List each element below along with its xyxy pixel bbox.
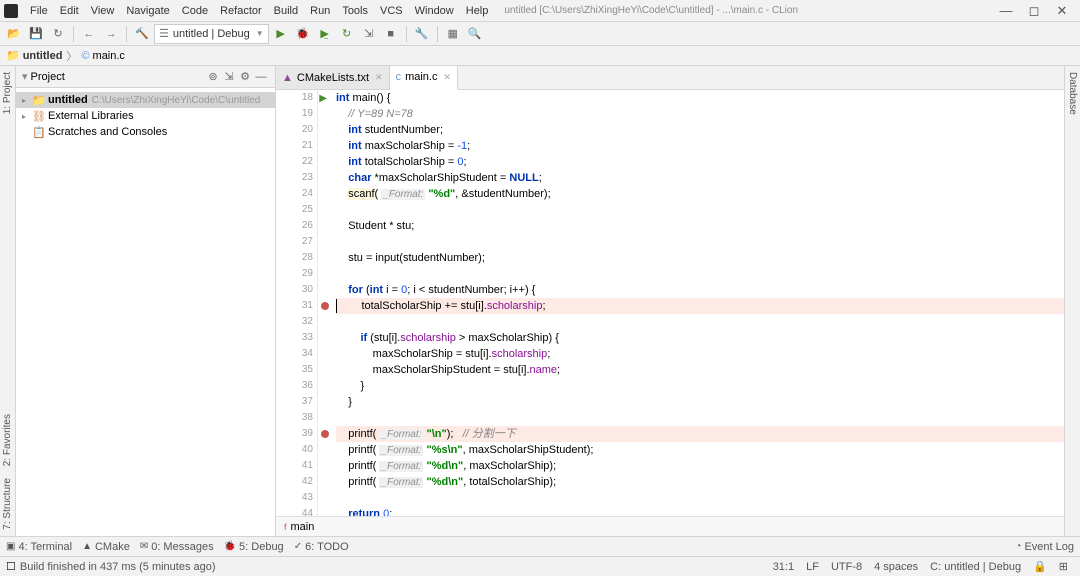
status-encoding[interactable]: UTF-8 — [831, 561, 862, 573]
menu-code[interactable]: Code — [176, 5, 214, 17]
build-icon[interactable]: 🔨 — [132, 24, 152, 44]
coverage-icon[interactable]: ▶̤ — [315, 24, 335, 44]
status-caret-pos[interactable]: 31:1 — [773, 561, 794, 573]
breakpoint[interactable] — [321, 302, 329, 310]
save-icon[interactable]: 💾 — [26, 24, 46, 44]
menu-file[interactable]: File — [24, 5, 54, 17]
right-tool-strip: Database — [1064, 66, 1080, 536]
chevron-down-icon: ▼ — [256, 29, 264, 38]
status-line-ending[interactable]: LF — [806, 561, 819, 573]
window-title: untitled [C:\Users\ZhiXingHeYi\Code\C\un… — [504, 5, 798, 16]
minimize-button[interactable]: — — [992, 3, 1020, 18]
editor-crumb: f main — [276, 516, 1064, 536]
target-icon[interactable]: ⊚ — [205, 70, 221, 83]
breakpoint[interactable] — [321, 430, 329, 438]
menu-help[interactable]: Help — [460, 5, 495, 17]
search-icon[interactable]: 🔍 — [465, 24, 485, 44]
bottom-tab-messages[interactable]: ✉0: Messages — [140, 541, 214, 553]
menu-build[interactable]: Build — [268, 5, 304, 17]
editor-tabs: ▲CMakeLists.txt✕cmain.c✕ — [276, 66, 1064, 90]
status-indent[interactable]: 4 spaces — [874, 561, 918, 573]
gutter[interactable]: 18▶1920212223242526272829303132333435363… — [276, 90, 318, 516]
menu-vcs[interactable]: VCS — [374, 5, 409, 17]
attach-icon[interactable]: ⇲ — [359, 24, 379, 44]
stop-icon[interactable]: ■ — [381, 24, 401, 44]
c-file-icon: © — [81, 50, 89, 62]
structure-tool-tab[interactable]: 7: Structure — [2, 472, 13, 536]
close-tab-icon[interactable]: ✕ — [443, 72, 451, 83]
run-config-dropdown[interactable]: ☰ untitled | Debug ▼ — [154, 24, 269, 44]
close-tab-icon[interactable]: ✕ — [375, 72, 383, 83]
bottom-tab-debug[interactable]: 🐞5: Debug — [224, 541, 284, 553]
config-icon: ☰ — [159, 27, 169, 40]
refresh-icon[interactable]: ↻ — [48, 24, 68, 44]
breadcrumb-project[interactable]: untitled — [23, 50, 63, 62]
menu-refactor[interactable]: Refactor — [214, 5, 268, 17]
bottom-tab-todo[interactable]: ✓6: TODO — [294, 541, 349, 553]
project-dropdown-icon[interactable]: ▾ — [22, 70, 28, 83]
project-panel: ▾ Project ⊚ ⇲ ⚙ — ▸📁 untitled C:\Users\Z… — [16, 66, 276, 536]
tree-external-libs[interactable]: ▸⛓ External Libraries — [16, 108, 275, 124]
toolbar: 📂 💾 ↻ ← → 🔨 ☰ untitled | Debug ▼ ▶ 🐞 ▶̤ … — [0, 22, 1080, 46]
project-header: ▾ Project ⊚ ⇲ ⚙ — — [16, 66, 275, 88]
run-icon[interactable]: ▶ — [271, 24, 291, 44]
lock-icon[interactable]: 🔒 — [1033, 560, 1047, 573]
database-tool-tab[interactable]: Database — [1067, 66, 1078, 121]
left-tool-strip: 1: Project 2: Favorites 7: Structure — [0, 66, 16, 536]
back-icon[interactable]: ← — [79, 24, 99, 44]
status-indicator-icon: ☐ — [6, 560, 16, 573]
bottom-tool-tabs: ▣4: Terminal ▲ CMake ✉0: Messages 🐞5: Debug… — [0, 536, 1080, 556]
tree-scratches[interactable]: 📋 Scratches and Consoles — [16, 124, 275, 140]
app-logo — [4, 4, 18, 18]
code-area[interactable]: 18▶1920212223242526272829303132333435363… — [276, 90, 1064, 516]
tree-root[interactable]: ▸📁 untitled C:\Users\ZhiXingHeYi\Code\C\… — [16, 92, 275, 108]
status-context[interactable]: C: untitled | Debug — [930, 561, 1021, 573]
project-tree: ▸📁 untitled C:\Users\ZhiXingHeYi\Code\C\… — [16, 88, 275, 536]
menu-bar: FileEditViewNavigateCodeRefactorBuildRun… — [0, 0, 1080, 22]
status-message: Build finished in 437 ms (5 minutes ago) — [20, 561, 767, 573]
forward-icon[interactable]: → — [101, 24, 121, 44]
structure-icon[interactable]: ▦ — [443, 24, 463, 44]
gear-icon[interactable]: ⚙ — [237, 70, 253, 83]
collapse-icon[interactable]: ⇲ — [221, 70, 237, 83]
tab-main.c[interactable]: cmain.c✕ — [390, 66, 458, 90]
profile-icon[interactable]: ↻ — [337, 24, 357, 44]
bottom-tab-terminal[interactable]: ▣4: Terminal — [6, 541, 72, 553]
close-button[interactable]: ✕ — [1048, 3, 1076, 19]
hide-icon[interactable]: — — [253, 71, 269, 83]
favorites-tool-tab[interactable]: 2: Favorites — [2, 408, 13, 472]
status-more-icon[interactable]: ⊞ — [1059, 560, 1068, 573]
bottom-tab-cmake[interactable]: ▲ CMake — [82, 541, 130, 553]
menu-navigate[interactable]: Navigate — [120, 5, 175, 17]
breakpoint-column[interactable] — [318, 90, 332, 516]
menu-tools[interactable]: Tools — [336, 5, 374, 17]
menu-window[interactable]: Window — [409, 5, 460, 17]
breadcrumb-bar: 📁 untitled 〉 © main.c — [0, 46, 1080, 66]
wrench-icon[interactable]: 🔧 — [412, 24, 432, 44]
event-log-tab[interactable]: ◔Event Log — [1015, 541, 1074, 553]
project-tool-tab[interactable]: 1: Project — [2, 66, 13, 120]
breadcrumb-file[interactable]: main.c — [93, 50, 125, 62]
debug-icon[interactable]: 🐞 — [293, 24, 313, 44]
editor: ▲CMakeLists.txt✕cmain.c✕ 18▶192021222324… — [276, 66, 1064, 536]
status-bar: ☐ Build finished in 437 ms (5 minutes ag… — [0, 556, 1080, 576]
maximize-button[interactable]: ◻ — [1020, 3, 1048, 19]
tab-CMakeLists.txt[interactable]: ▲CMakeLists.txt✕ — [276, 66, 390, 89]
menu-run[interactable]: Run — [304, 5, 336, 17]
menu-view[interactable]: View — [85, 5, 121, 17]
menu-edit[interactable]: Edit — [54, 5, 85, 17]
code-lines[interactable]: int main() { // Y=89 N=78 int studentNum… — [332, 90, 1064, 516]
function-icon: f — [284, 522, 287, 532]
folder-icon: 📁 — [6, 49, 20, 62]
open-icon[interactable]: 📂 — [4, 24, 24, 44]
